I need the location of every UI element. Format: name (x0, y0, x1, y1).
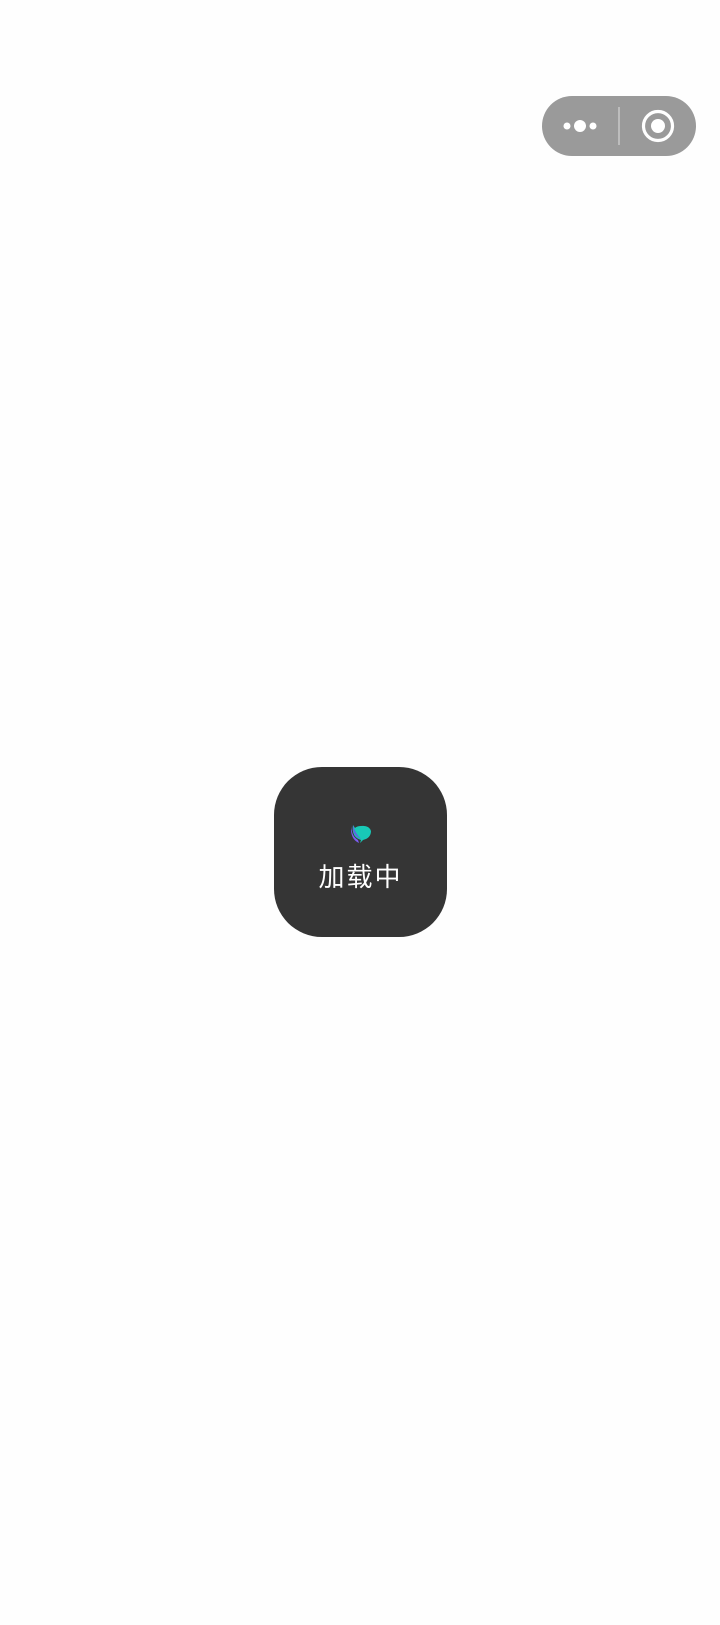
loading-spinner-icon (345, 817, 377, 849)
miniprogram-capsule (542, 96, 696, 156)
more-button[interactable] (542, 96, 618, 156)
close-circle-icon (641, 109, 675, 143)
loading-text: 加载中 (318, 863, 403, 893)
loading-toast: 加载中 (274, 767, 447, 937)
more-dots-icon (563, 120, 597, 132)
close-button[interactable] (620, 96, 696, 156)
